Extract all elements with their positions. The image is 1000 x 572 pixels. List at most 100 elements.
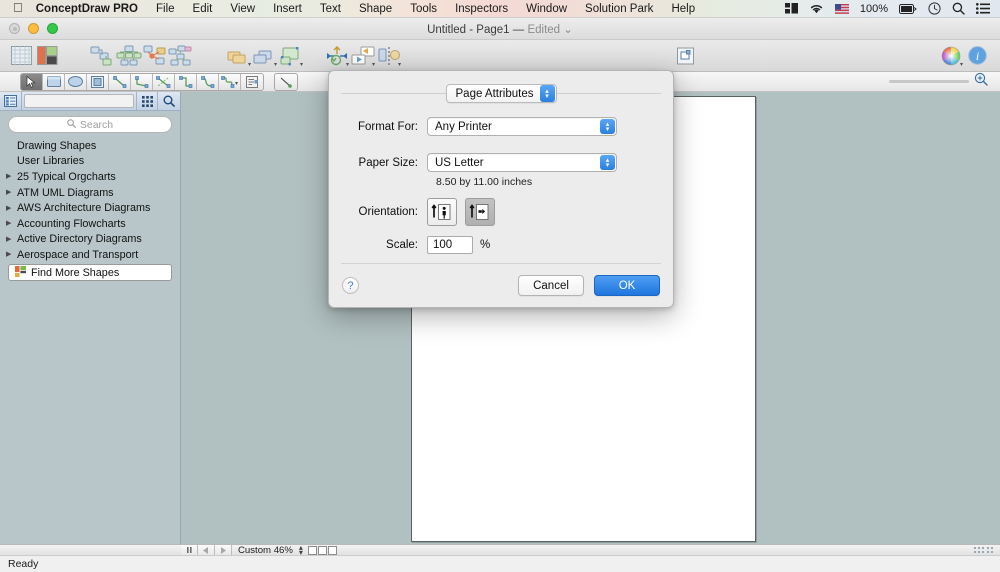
tree-layout-button[interactable] [116,43,142,69]
menu-conceptdraw-pro[interactable]: ConceptDraw PRO [36,0,147,18]
paper-size-updown-icon[interactable]: ▴▾ [600,155,615,170]
page-setup-button[interactable] [672,43,698,69]
chevron-down-icon[interactable]: ▾ [372,62,375,68]
format-for-select[interactable]: Any Printer ▴▾ [427,117,617,136]
sidebar-item-25-typical-orgcharts[interactable]: ▶ 25 Typical Orgcharts [0,169,180,185]
colors-button[interactable]: ▾ [938,43,964,69]
curve-connector-tool[interactable] [175,73,197,90]
page-thumb[interactable] [328,546,337,555]
disclosure-triangle-icon[interactable]: ▶ [6,220,17,227]
popup-updown-icon[interactable]: ▴▾ [540,85,555,102]
pen-tool[interactable] [275,73,297,90]
text-block-tool[interactable] [241,73,263,90]
find-more-shapes-button[interactable]: Find More Shapes [8,264,172,281]
mission-control-icon[interactable] [785,3,798,14]
sidebar-item-user-libraries[interactable]: ▶ User Libraries [0,154,180,170]
title-chevron-down-icon[interactable]: ⌄ [563,24,573,36]
menu-help[interactable]: Help [662,0,704,18]
zoom-slider-track[interactable] [889,80,969,83]
sidebar-item-aws-architecture-diagrams[interactable]: ▶ AWS Architecture Diagrams [0,200,180,216]
frame-tool[interactable] [87,73,109,90]
ellipse-tool[interactable] [65,73,87,90]
next-page-button[interactable] [215,545,232,556]
straight-connector-tool[interactable] [109,73,131,90]
chevron-down-icon[interactable]: ▾ [960,62,963,68]
page-thumbnails[interactable] [308,546,337,555]
sidebar-item-drawing-shapes[interactable]: ▶ Drawing Shapes [0,138,180,154]
menu-edit[interactable]: Edit [184,0,222,18]
spotlight-search-icon[interactable] [952,2,965,15]
zoom-stepper[interactable]: ▴▾ [299,545,303,555]
flag-input-icon[interactable] [835,4,849,14]
arrange-button[interactable]: ▾ [350,43,376,69]
select-tool[interactable] [21,73,43,90]
sidebar-item-accounting-flowcharts[interactable]: ▶ Accounting Flowcharts [0,216,180,232]
portrait-orientation-button[interactable] [427,198,457,226]
zoom-slider[interactable] [889,72,988,91]
align-distribute-button[interactable]: ▾ [324,43,350,69]
time-machine-icon[interactable] [928,2,941,15]
group-button[interactable]: ▾ [278,43,304,69]
pause-button[interactable] [181,545,198,556]
zoom-level-label[interactable]: Custom 46% [232,545,299,556]
arc-connector-tool[interactable] [197,73,219,90]
rotate-button[interactable]: ▾ [376,43,402,69]
menu-file[interactable]: File [147,0,184,18]
chevron-down-icon[interactable]: ▾ [300,62,303,68]
wifi-icon[interactable] [809,3,824,14]
menu-shape[interactable]: Shape [350,0,401,18]
menu-text[interactable]: Text [311,0,350,18]
menu-tools[interactable]: Tools [401,0,446,18]
color-palette-button[interactable] [34,43,60,69]
menu-insert[interactable]: Insert [264,0,311,18]
grid-toggle-button[interactable] [8,43,34,69]
menu-solution-park[interactable]: Solution Park [576,0,662,18]
send-back-button[interactable]: ▾ [252,43,278,69]
menu-view[interactable]: View [221,0,264,18]
help-button[interactable]: ? [342,277,359,294]
resize-grip[interactable] [973,546,997,555]
chevron-down-icon[interactable]: ▾ [248,62,251,68]
battery-icon[interactable] [899,4,917,14]
zoom-in-icon[interactable] [974,72,988,91]
page-thumb[interactable] [308,546,317,555]
grid-view-button[interactable] [136,92,158,110]
notification-center-icon[interactable] [976,3,990,14]
sidebar-search-button[interactable] [158,92,180,110]
right-angle-connector-tool[interactable] [131,73,153,90]
page-thumb[interactable] [318,546,327,555]
zoom-button[interactable] [47,23,58,34]
scale-input[interactable]: 100 [427,236,473,254]
bezier-connector-tool[interactable]: ▾ [219,73,241,90]
chevron-down-icon[interactable]: ▾ [235,81,238,87]
radial-layout-button[interactable] [142,43,168,69]
sidebar-item-atm-uml-diagrams[interactable]: ▶ ATM UML Diagrams [0,185,180,201]
menu-inspectors[interactable]: Inspectors [446,0,517,18]
chevron-down-icon[interactable]: ▾ [346,62,349,68]
minimize-button[interactable] [28,23,39,34]
chain-layout-button[interactable] [90,43,116,69]
apple-logo-icon[interactable]:  [13,1,23,14]
network-layout-button[interactable] [168,43,194,69]
info-inspector-button[interactable]: i [964,43,990,69]
disclosure-triangle-icon[interactable]: ▶ [6,189,17,196]
disclosure-triangle-icon[interactable]: ▶ [6,173,17,180]
smart-connector-tool[interactable] [153,73,175,90]
close-button[interactable] [9,23,20,34]
library-list-button[interactable] [0,92,22,110]
chevron-down-icon[interactable]: ▾ [398,62,401,68]
cancel-button[interactable]: Cancel [518,275,584,296]
sidebar-item-active-directory-diagrams[interactable]: ▶ Active Directory Diagrams [0,232,180,248]
sidebar-path-field[interactable] [24,94,134,108]
format-for-updown-icon[interactable]: ▴▾ [600,119,615,134]
search-input[interactable]: Search [8,116,172,133]
chevron-down-icon[interactable]: ▾ [274,62,277,68]
disclosure-triangle-icon[interactable]: ▶ [6,251,17,258]
paper-size-select[interactable]: US Letter ▴▾ [427,153,617,172]
ok-button[interactable]: OK [594,275,660,296]
settings-popup-button[interactable]: Page Attributes ▴▾ [446,84,557,103]
disclosure-triangle-icon[interactable]: ▶ [6,236,17,243]
prev-page-button[interactable] [198,545,215,556]
landscape-orientation-button[interactable] [465,198,495,226]
menu-window[interactable]: Window [517,0,576,18]
